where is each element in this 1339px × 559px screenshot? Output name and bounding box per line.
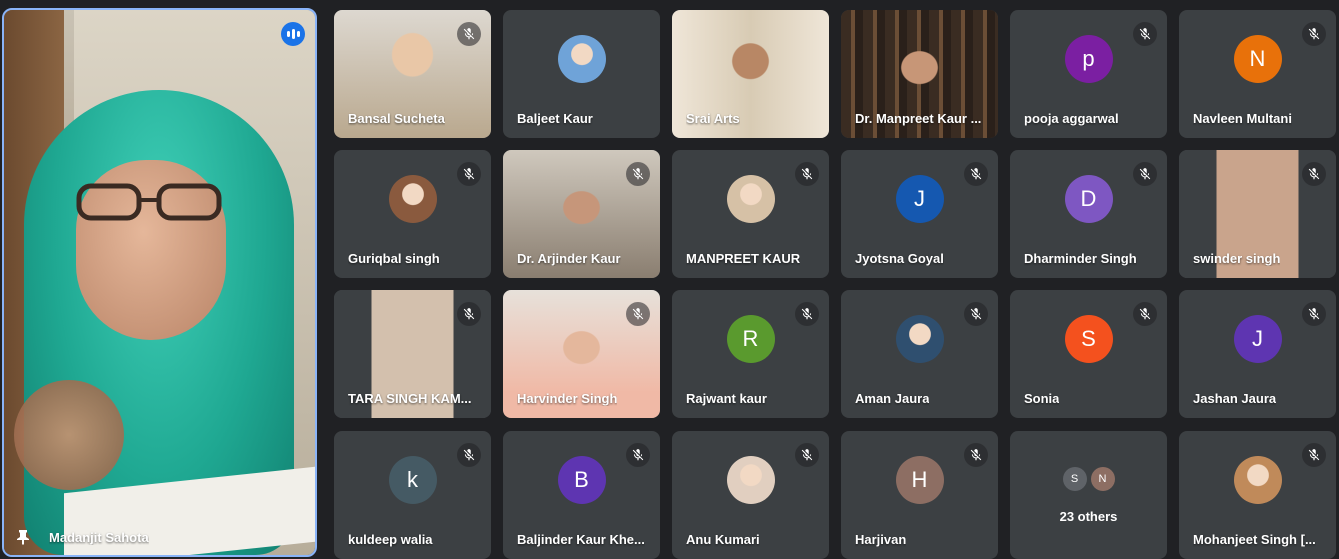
avatar	[1233, 455, 1282, 504]
participant-tile[interactable]: Baljeet Kaur	[503, 10, 660, 138]
speaker-video-hand	[14, 380, 124, 490]
participant-name: Aman Jaura	[855, 391, 930, 406]
participant-tile[interactable]: B Baljinder Kaur Khe...	[503, 431, 660, 559]
participant-name: Rajwant kaur	[686, 391, 767, 406]
participant-tile[interactable]: Aman Jaura	[841, 290, 998, 418]
mic-off-icon	[626, 302, 650, 326]
avatar: k	[388, 455, 437, 504]
participant-name: Harvinder Singh	[517, 391, 618, 406]
active-speaker-tile[interactable]: Madanjit Sahota	[2, 8, 317, 557]
participant-tile[interactable]: Mohanjeet Singh [...	[1179, 431, 1336, 559]
avatar: J	[895, 174, 944, 223]
participant-tile[interactable]: k kuldeep walia	[334, 431, 491, 559]
avatar: N	[1233, 34, 1282, 83]
participant-name: Mohanjeet Singh [...	[1193, 532, 1316, 547]
participant-name: Dr. Arjinder Kaur	[517, 251, 621, 266]
participant-tile[interactable]: p pooja aggarwal	[1010, 10, 1167, 138]
mic-off-icon	[1302, 443, 1326, 467]
avatar: J	[1233, 314, 1282, 363]
glasses-shape	[76, 183, 222, 221]
participant-tile[interactable]: D Dharminder Singh	[1010, 150, 1167, 278]
participant-name: Bansal Sucheta	[348, 111, 445, 126]
participant-name: MANPREET KAUR	[686, 251, 801, 266]
avatar: S	[1062, 467, 1087, 491]
participant-name: Baljeet Kaur	[517, 111, 593, 126]
others-tile[interactable]: S N 23 others	[1010, 431, 1167, 559]
mic-off-icon	[1133, 302, 1157, 326]
avatar: S	[1064, 314, 1113, 363]
mic-off-icon	[1302, 162, 1326, 186]
mic-off-icon	[457, 22, 481, 46]
participant-tile[interactable]: Dr. Manpreet Kaur ...	[841, 10, 998, 138]
mic-off-icon	[1133, 162, 1157, 186]
avatar: H	[895, 455, 944, 504]
mic-off-icon	[964, 443, 988, 467]
participant-tile[interactable]: J Jyotsna Goyal	[841, 150, 998, 278]
participant-name: Navleen Multani	[1193, 111, 1292, 126]
avatar	[557, 34, 606, 83]
others-count-label: 23 others	[1059, 509, 1118, 524]
participant-name: Madanjit Sahota	[49, 530, 149, 545]
participant-name: Jyotsna Goyal	[855, 251, 944, 266]
participant-name: Guriqbal singh	[348, 251, 440, 266]
participant-tile[interactable]: N Navleen Multani	[1179, 10, 1336, 138]
participant-tile[interactable]: H Harjivan	[841, 431, 998, 559]
avatar: N	[1090, 467, 1115, 491]
mic-off-icon	[795, 302, 819, 326]
participant-tile[interactable]: Anu Kumari	[672, 431, 829, 559]
participant-name: Anu Kumari	[686, 532, 760, 547]
participant-name: Sonia	[1024, 391, 1060, 406]
avatar: R	[726, 314, 775, 363]
participant-name: Jashan Jaura	[1193, 391, 1277, 406]
participant-name: Dr. Manpreet Kaur ...	[855, 111, 982, 126]
participant-name: Baljinder Kaur Khe...	[517, 532, 645, 547]
mic-off-icon	[964, 302, 988, 326]
avatar	[726, 455, 775, 504]
participant-tile[interactable]: MANPREET KAUR	[672, 150, 829, 278]
participant-tile[interactable]: J Jashan Jaura	[1179, 290, 1336, 418]
mic-off-icon	[626, 162, 650, 186]
participant-tile[interactable]: swinder singh	[1179, 150, 1336, 278]
avatar	[388, 174, 437, 223]
participant-tile[interactable]: Guriqbal singh	[334, 150, 491, 278]
avatar: D	[1064, 174, 1113, 223]
pin-icon[interactable]	[16, 529, 30, 545]
mic-off-icon	[457, 302, 481, 326]
participant-tile[interactable]: Dr. Arjinder Kaur	[503, 150, 660, 278]
participant-name: kuldeep walia	[348, 532, 433, 547]
avatar: p	[1064, 34, 1113, 83]
avatar: B	[557, 455, 606, 504]
participant-tile[interactable]: Bansal Sucheta	[334, 10, 491, 138]
mic-off-icon	[457, 162, 481, 186]
others-avatars: SN	[1062, 467, 1115, 491]
avatar	[726, 174, 775, 223]
audio-bars-icon	[281, 22, 305, 46]
mic-off-icon	[457, 443, 481, 467]
participant-name: pooja aggarwal	[1024, 111, 1119, 126]
participant-tile[interactable]: R Rajwant kaur	[672, 290, 829, 418]
mic-off-icon	[795, 443, 819, 467]
participant-tile[interactable]: Srai Arts	[672, 10, 829, 138]
mic-off-icon	[1133, 22, 1157, 46]
participant-tile[interactable]: S Sonia	[1010, 290, 1167, 418]
participant-name: Srai Arts	[686, 111, 740, 126]
mic-off-icon	[1302, 22, 1326, 46]
participant-name: swinder singh	[1193, 251, 1281, 266]
participant-name: Dharminder Singh	[1024, 251, 1137, 266]
mic-off-icon	[626, 443, 650, 467]
mic-off-icon	[964, 162, 988, 186]
participant-tile[interactable]: TARA SINGH KAM...	[334, 290, 491, 418]
mic-off-icon	[795, 162, 819, 186]
participant-name: Harjivan	[855, 532, 907, 547]
avatar	[895, 314, 944, 363]
mic-off-icon	[1302, 302, 1326, 326]
participant-tile[interactable]: Harvinder Singh	[503, 290, 660, 418]
participant-name: TARA SINGH KAM...	[348, 391, 472, 406]
